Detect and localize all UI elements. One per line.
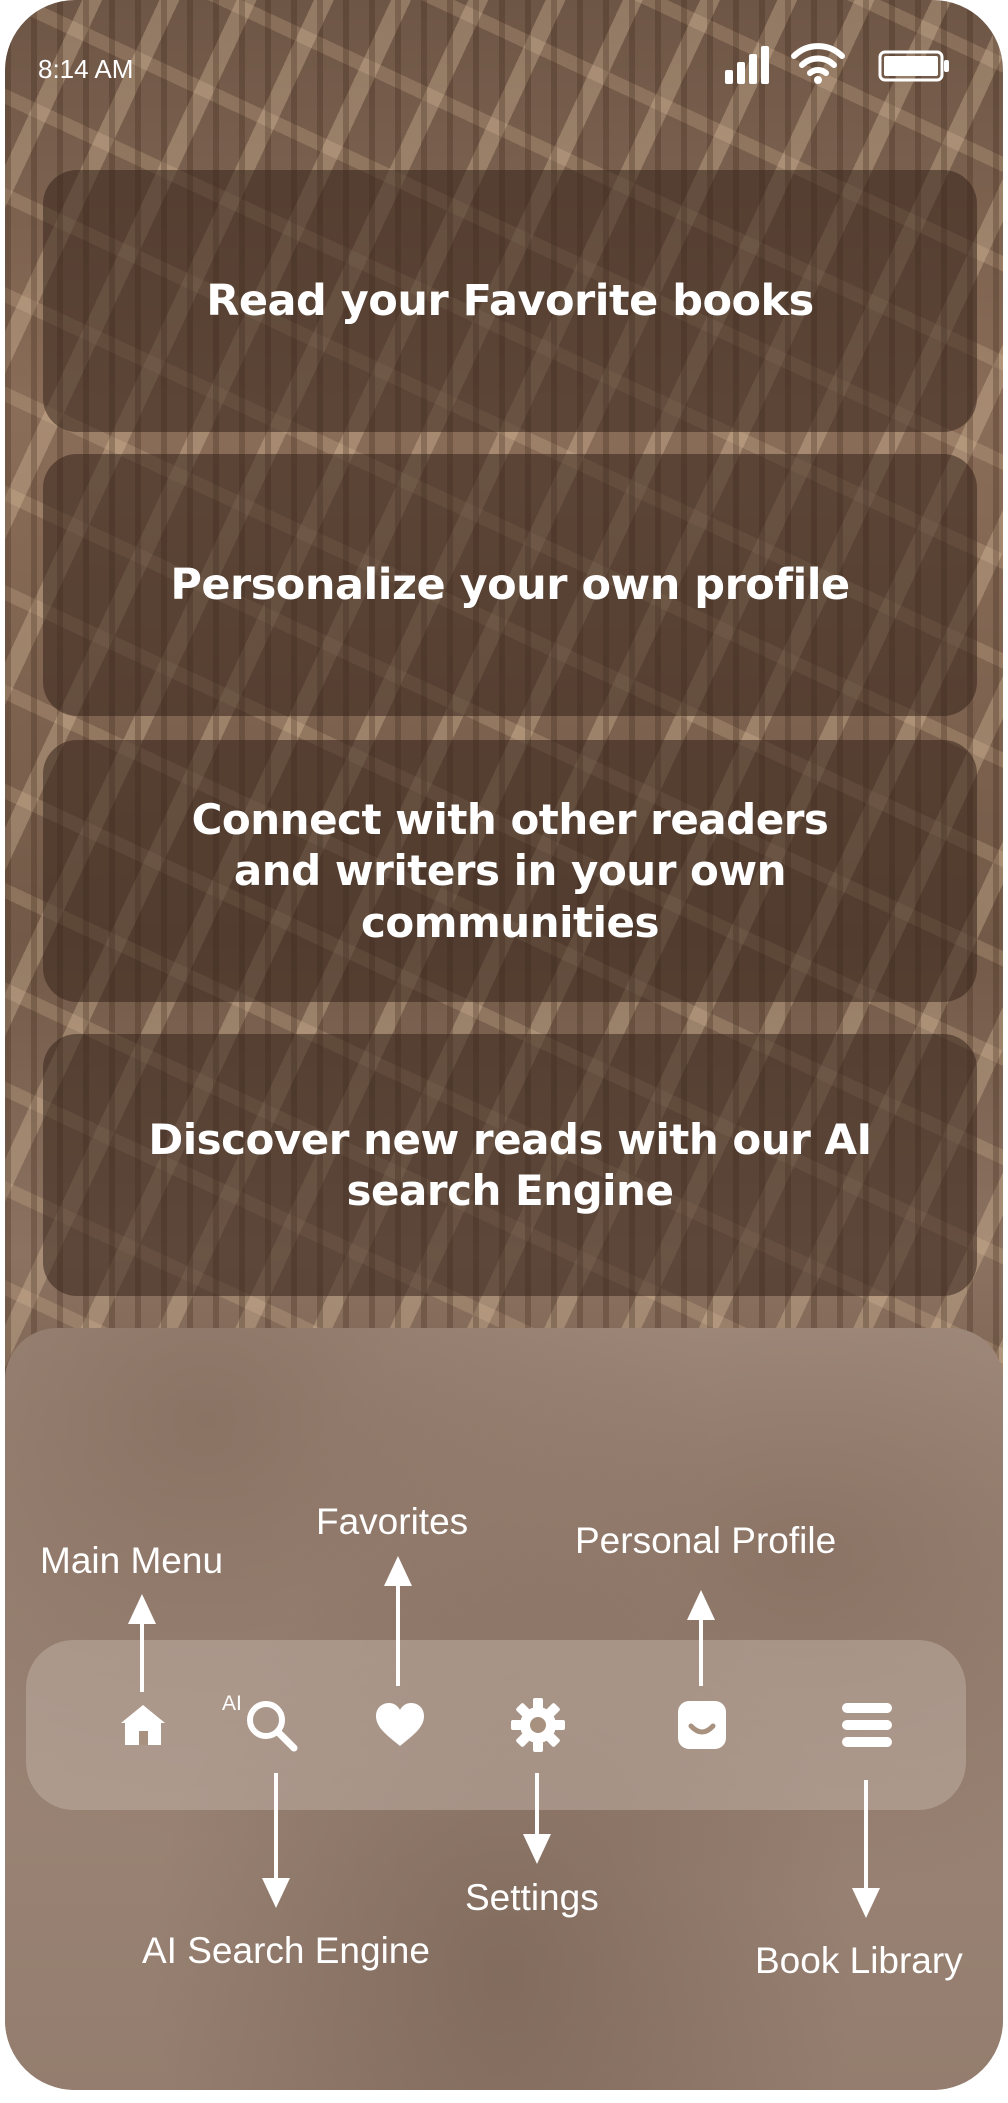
cellular-signal-icon <box>723 44 769 84</box>
ai-badge: AI <box>222 1692 242 1715</box>
feature-card-read[interactable]: Read your Favorite books <box>43 170 977 432</box>
annotation-main-menu: Main Menu <box>40 1540 224 1581</box>
wifi-icon <box>791 40 845 86</box>
annotation-favorites: Favorites <box>316 1501 469 1542</box>
menu-lines-icon[interactable] <box>838 1690 896 1760</box>
gear-icon[interactable] <box>508 1690 568 1760</box>
annotation-personal-profile: Personal Profile <box>575 1520 837 1561</box>
home-icon[interactable] <box>115 1690 171 1760</box>
smile-face-icon[interactable] <box>676 1690 728 1760</box>
feature-card-communities[interactable]: Connect with other readers and writers i… <box>43 740 977 1002</box>
annotation-settings: Settings <box>465 1877 599 1918</box>
feature-card-text: Read your Favorite books <box>206 275 814 326</box>
annotation-book-library: Book Library <box>755 1940 963 1981</box>
feature-card-ai-search[interactable]: Discover new reads with our AI search En… <box>43 1034 977 1296</box>
ai-search-icon[interactable]: AI <box>222 1690 302 1760</box>
feature-card-text: Personalize your own profile <box>170 559 850 610</box>
battery-icon <box>878 50 950 82</box>
heart-icon[interactable] <box>372 1690 428 1760</box>
status-bar: 8:14 AM <box>5 0 1003 130</box>
feature-card-text: Connect with other readers and writers i… <box>191 795 829 947</box>
annotation-ai-search-engine: AI Search Engine <box>142 1930 430 1971</box>
feature-card-text: Discover new reads with our AI search En… <box>148 1114 872 1215</box>
feature-card-profile[interactable]: Personalize your own profile <box>43 454 977 716</box>
status-time: 8:14 AM <box>38 54 134 84</box>
